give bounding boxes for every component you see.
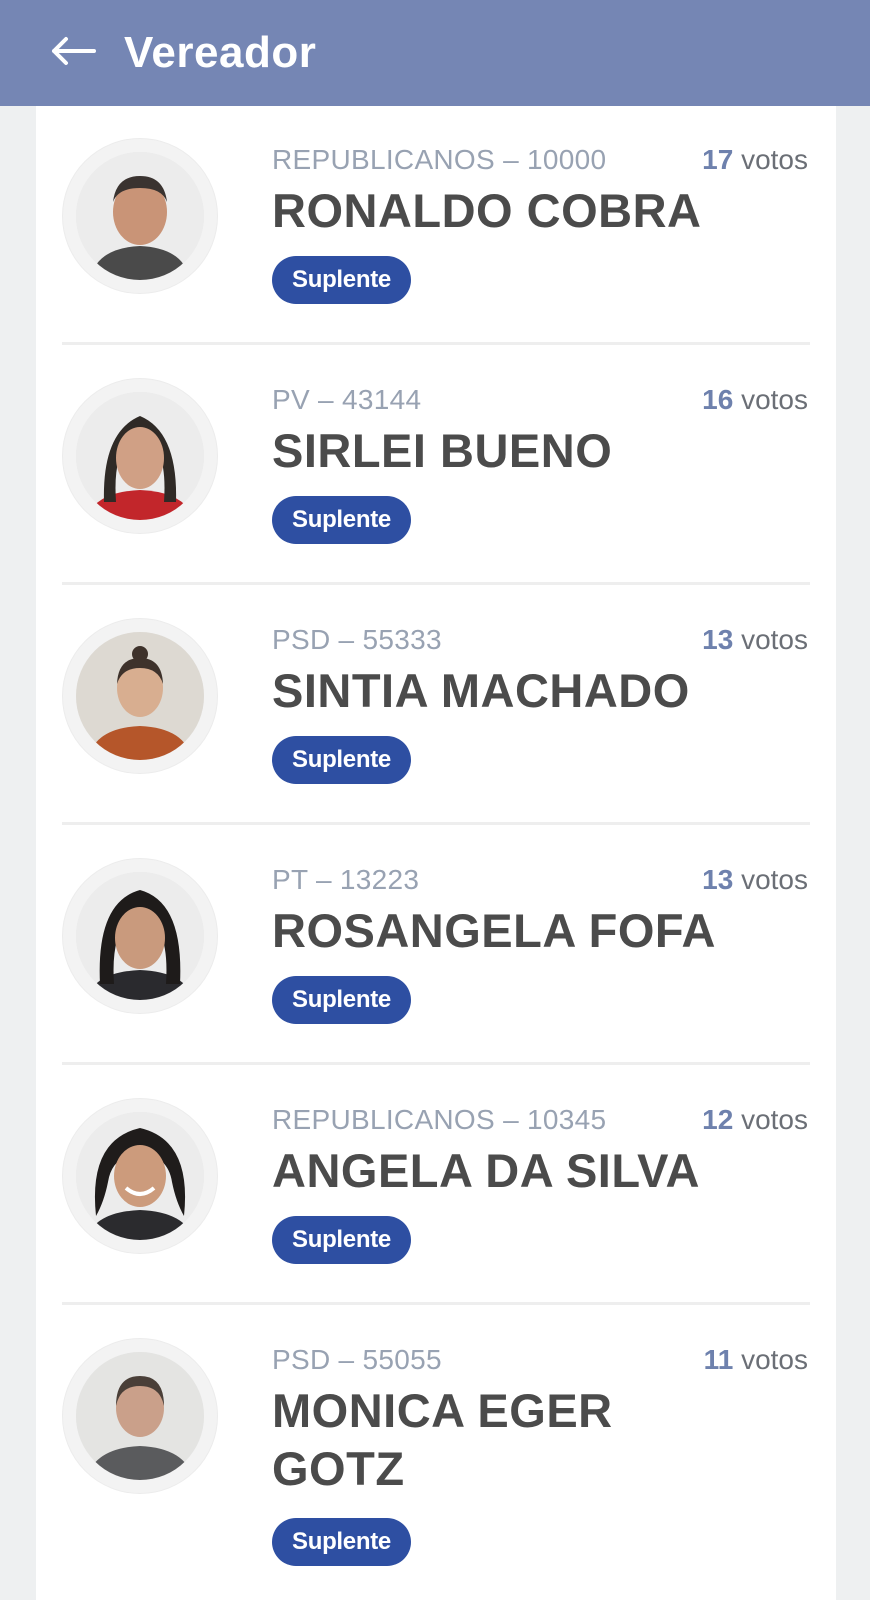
divider bbox=[62, 1302, 810, 1305]
page-title: Vereador bbox=[124, 28, 317, 77]
status-badge: Suplente bbox=[272, 976, 411, 1024]
candidate-name: RONALDO COBRA bbox=[272, 184, 702, 237]
divider bbox=[62, 582, 810, 585]
candidate-photo bbox=[76, 1112, 204, 1240]
candidate-name: SINTIA MACHADO bbox=[272, 664, 690, 717]
divider bbox=[62, 1062, 810, 1065]
avatar bbox=[62, 618, 218, 774]
candidate-name: ROSANGELA FOFA bbox=[272, 904, 716, 957]
party-number: PT – 13223 bbox=[272, 864, 420, 895]
candidate-row[interactable]: REPUBLICANOS – 10345 12 votos ANGELA DA … bbox=[62, 1098, 810, 1298]
candidate-photo bbox=[76, 1352, 204, 1480]
status-badge: Suplente bbox=[272, 256, 411, 304]
party-number: PSD – 55333 bbox=[272, 624, 442, 655]
divider bbox=[62, 822, 810, 825]
vote-count: 13 votos bbox=[702, 624, 808, 655]
candidate-photo bbox=[76, 872, 204, 1000]
candidate-name: SIRLEI BUENO bbox=[272, 424, 613, 477]
party-number: REPUBLICANOS – 10345 bbox=[272, 1104, 607, 1135]
candidate-photo bbox=[76, 152, 204, 280]
candidate-list: REPUBLICANOS – 10000 17 votos RONALDO CO… bbox=[36, 106, 836, 1600]
vote-count: 13 votos bbox=[702, 864, 808, 895]
app-bar: Vereador bbox=[0, 0, 870, 106]
candidate-row[interactable]: PT – 13223 13 votos ROSANGELA FOFA Suple… bbox=[62, 858, 810, 1058]
candidate-row[interactable]: PV – 43144 16 votos SIRLEI BUENO Suplent… bbox=[62, 378, 810, 578]
status-badge: Suplente bbox=[272, 496, 411, 544]
candidate-photo bbox=[76, 632, 204, 760]
candidate-photo bbox=[76, 392, 204, 520]
party-number: REPUBLICANOS – 10000 bbox=[272, 144, 607, 175]
vote-count: 12 votos bbox=[702, 1104, 808, 1135]
avatar bbox=[62, 1338, 218, 1494]
candidate-row[interactable]: PSD – 55333 13 votos SINTIA MACHADO Supl… bbox=[62, 618, 810, 818]
avatar bbox=[62, 1098, 218, 1254]
candidate-name: MONICA EGER GOTZ bbox=[272, 1384, 613, 1495]
status-badge: Suplente bbox=[272, 736, 411, 784]
arrow-left-icon bbox=[50, 36, 96, 71]
status-badge: Suplente bbox=[272, 1518, 411, 1566]
party-number: PSD – 55055 bbox=[272, 1344, 442, 1375]
avatar bbox=[62, 858, 218, 1014]
candidate-row[interactable]: REPUBLICANOS – 10000 17 votos RONALDO CO… bbox=[62, 138, 810, 338]
candidate-name: ANGELA DA SILVA bbox=[272, 1144, 700, 1197]
back-button[interactable] bbox=[28, 8, 118, 98]
divider bbox=[62, 342, 810, 345]
avatar bbox=[62, 378, 218, 534]
vote-count: 17 votos bbox=[702, 144, 808, 175]
party-number: PV – 43144 bbox=[272, 384, 422, 415]
candidate-row[interactable]: PSD – 55055 11 votos MONICA EGER GOTZ Su… bbox=[62, 1338, 810, 1600]
status-badge: Suplente bbox=[272, 1216, 411, 1264]
vote-count: 16 votos bbox=[702, 384, 808, 415]
avatar bbox=[62, 138, 218, 294]
vote-count: 11 votos bbox=[703, 1344, 808, 1375]
